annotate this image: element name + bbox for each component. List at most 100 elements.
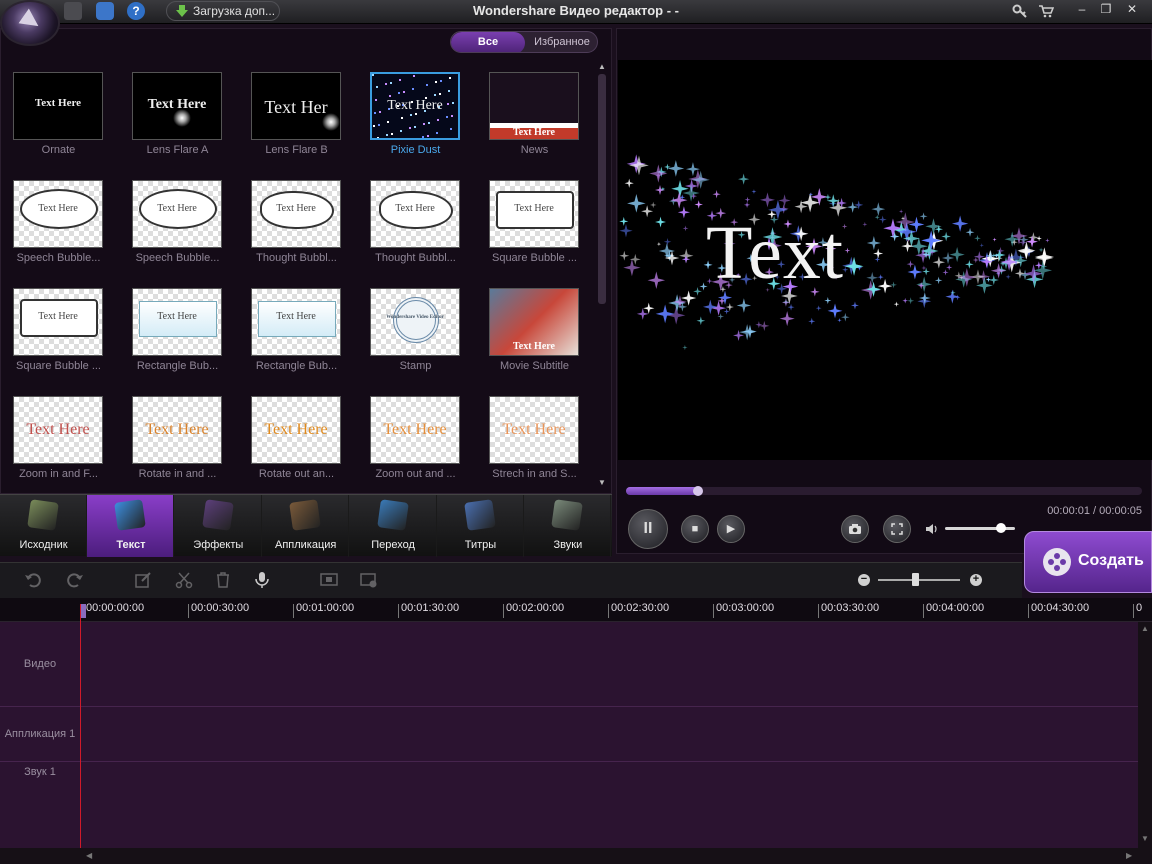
category-tab[interactable]: Исходник <box>0 495 87 557</box>
template-thumbnail[interactable]: Text Here <box>370 72 460 140</box>
library-scrollbar[interactable]: ▲ ▼ <box>596 62 608 490</box>
minimize-button[interactable]: – <box>1072 2 1092 18</box>
template-thumbnail[interactable]: Text Here <box>370 180 460 248</box>
next-frame-button[interactable]: ▶ <box>717 515 745 543</box>
sparkle <box>866 235 881 251</box>
close-button[interactable]: ✕ <box>1122 2 1142 18</box>
category-tab[interactable]: Текст <box>87 495 175 557</box>
playback-progress-bar[interactable] <box>626 486 1142 496</box>
track-lane[interactable] <box>80 761 1138 848</box>
sparkle <box>736 298 752 313</box>
progress-knob[interactable] <box>693 486 704 496</box>
cart-icon[interactable] <box>1038 3 1054 19</box>
sparkle <box>619 250 630 261</box>
template-thumbnail[interactable]: Text Here <box>132 180 222 248</box>
sparkle <box>824 193 832 201</box>
sparkle <box>981 250 999 268</box>
template-thumbnail[interactable]: Text Here <box>251 396 341 464</box>
microphone-icon[interactable] <box>253 571 271 589</box>
sparkle <box>682 225 689 232</box>
redo-icon[interactable] <box>66 571 84 589</box>
scroll-thumb[interactable] <box>598 74 606 304</box>
category-tab[interactable]: Титры <box>437 495 524 557</box>
template-thumbnail[interactable]: Text Here <box>13 288 103 356</box>
stop-button[interactable]: ■ <box>681 515 709 543</box>
template-label: Rectangle Bub... <box>136 360 219 372</box>
preview-title-text: Text <box>706 211 844 295</box>
edit-icon[interactable] <box>134 571 152 589</box>
filter-all-tab[interactable]: Все <box>451 32 525 52</box>
template-thumbnail[interactable]: Text Here <box>13 396 103 464</box>
sparkle <box>972 256 979 264</box>
sparkle <box>711 300 727 316</box>
template-preview-text: Text Here <box>514 203 554 214</box>
settings-icon[interactable] <box>360 571 378 589</box>
snapshot-button[interactable] <box>841 515 869 543</box>
app-logo[interactable] <box>0 0 60 46</box>
category-tab[interactable]: Переход <box>350 495 437 557</box>
category-tab[interactable]: Эффекты <box>175 495 262 557</box>
cut-icon[interactable] <box>175 571 193 589</box>
template-thumbnail[interactable]: Wondershare Video Editor <box>370 288 460 356</box>
scroll-down-arrow[interactable]: ▼ <box>597 478 607 488</box>
zoom-out-button[interactable]: − <box>858 574 870 586</box>
template-thumbnail[interactable]: Text Here <box>251 288 341 356</box>
sparkle <box>668 294 686 312</box>
sparkle <box>744 196 751 203</box>
fullscreen-icon <box>891 523 903 535</box>
category-tab[interactable]: Звуки <box>524 495 612 557</box>
template-thumbnail[interactable]: Text Here <box>13 72 103 140</box>
volume-slider[interactable] <box>945 523 1015 533</box>
template-preview-text: Text Here <box>513 341 555 352</box>
credits-icon <box>464 499 496 531</box>
screen-capture-icon[interactable] <box>320 571 338 589</box>
playhead[interactable] <box>80 604 81 848</box>
timeline-horizontal-scrollbar[interactable]: ◀ ▶ <box>0 848 1152 864</box>
create-button[interactable]: Создать <box>1024 531 1152 593</box>
progress-fill <box>626 487 699 495</box>
template-preview-text: Text Here <box>38 311 78 322</box>
create-label: Создать <box>1078 552 1144 569</box>
volume-icon[interactable] <box>925 522 939 536</box>
timeline-vertical-scrollbar[interactable]: ▲ ▼ <box>1138 622 1152 848</box>
category-label: Текст <box>116 539 146 551</box>
timeline-scroll-up-arrow[interactable]: ▲ <box>1141 624 1149 633</box>
zoom-in-button[interactable]: + <box>970 574 982 586</box>
scroll-up-arrow[interactable]: ▲ <box>597 62 607 72</box>
template-label: Stamp <box>399 360 432 372</box>
timeline-scroll-down-arrow[interactable]: ▼ <box>1141 834 1149 843</box>
undo-icon[interactable] <box>24 571 42 589</box>
timeline-ruler[interactable]: 00:00:00:00 00:00:30:00 00:01:00:00 00:01:3… <box>0 598 1152 622</box>
template-thumbnail[interactable]: Text Here <box>132 288 222 356</box>
volume-knob[interactable] <box>996 523 1006 533</box>
template-thumbnail[interactable]: Text Here <box>489 288 579 356</box>
template-thumbnail[interactable]: Text Here <box>13 180 103 248</box>
filter-favorites-tab[interactable]: Избранное <box>525 32 597 52</box>
sparkle <box>696 316 706 326</box>
template-thumbnail[interactable]: Text Here <box>489 396 579 464</box>
zoom-knob[interactable] <box>911 573 919 586</box>
template-thumbnail[interactable]: Text Here <box>370 396 460 464</box>
template-thumbnail[interactable]: Text Here <box>251 180 341 248</box>
track-lane[interactable] <box>80 706 1138 761</box>
template-thumbnail[interactable]: Text Here <box>132 396 222 464</box>
timeline-scroll-right-arrow[interactable]: ▶ <box>1126 851 1132 860</box>
timeline-zoom-slider[interactable] <box>878 573 960 586</box>
maximize-button[interactable]: ❐ <box>1096 2 1116 18</box>
template-thumbnail[interactable]: Text Her <box>251 72 341 140</box>
key-icon[interactable] <box>1012 3 1028 19</box>
template-thumbnail[interactable]: Text Here <box>489 180 579 248</box>
category-tab[interactable]: Аппликация <box>262 495 350 557</box>
timeline-scroll-left-arrow[interactable]: ◀ <box>86 851 92 860</box>
pause-button[interactable]: II <box>628 509 668 549</box>
template-thumbnail[interactable]: Text Here <box>132 72 222 140</box>
sparkle <box>942 269 949 276</box>
sparkle <box>619 216 629 226</box>
template-preview-text: Text Here <box>147 97 207 112</box>
delete-icon[interactable] <box>214 571 232 589</box>
track-lane[interactable] <box>80 622 1138 706</box>
template-thumbnail[interactable]: Text Here <box>489 72 579 140</box>
sparkle <box>759 320 770 331</box>
fullscreen-button[interactable] <box>883 515 911 543</box>
sparkle-dot <box>446 116 448 118</box>
